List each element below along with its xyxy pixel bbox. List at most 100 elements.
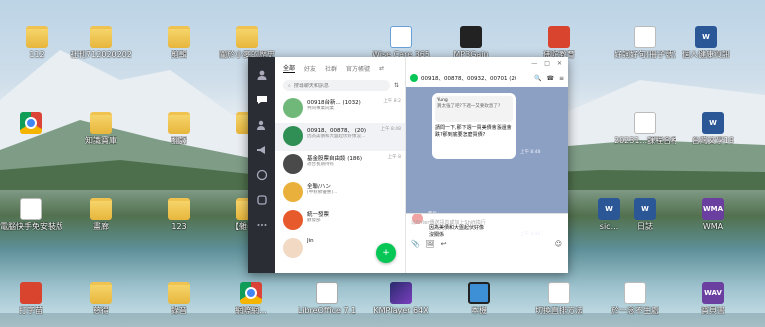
doc-icon bbox=[634, 26, 656, 48]
folder-icon bbox=[26, 26, 48, 48]
tab-official[interactable]: 官方帳號 bbox=[346, 64, 370, 73]
square-icon[interactable] bbox=[256, 194, 268, 206]
quoted-text: 買太強了吧?下週一又要砍息了? bbox=[437, 104, 501, 109]
chat-list-item[interactable]: 基金股票自由談 (186) 適合長期持有 上午 8 bbox=[275, 151, 405, 179]
desktop-icon[interactable]: 切換直排方法 bbox=[530, 282, 588, 315]
desktop-icon[interactable]: WAV 寶貝書 bbox=[684, 282, 742, 315]
chat-list-panel: 全部 好友 社群 官方帳號 ⇄ ⌕ ⇅ 00918台新... (1032)共同事… bbox=[275, 57, 406, 273]
desktop-icon[interactable]: W 個人健康資訊 bbox=[677, 26, 735, 59]
close-button[interactable]: ✕ bbox=[557, 60, 562, 67]
desktop-icon[interactable]: 社刊712020202 bbox=[70, 26, 132, 59]
message-pane: Yung 買太強了吧?下週一又要砍息了? 請問一下,那下週一買美債會漲還會跌?那… bbox=[406, 87, 568, 242]
folder-icon bbox=[168, 282, 190, 304]
attach-file-icon[interactable]: 📎 bbox=[411, 240, 420, 248]
desktop-icon[interactable]: W 日誌 bbox=[616, 198, 674, 231]
sort-icon[interactable]: ⇅ bbox=[394, 82, 399, 89]
desktop-icon-label: 畫廊 bbox=[93, 222, 109, 231]
chat-list-item[interactable]: 00918台新... (1032) 共同事業同業 上午 8:2 bbox=[275, 95, 405, 123]
desktop-icon[interactable] bbox=[2, 112, 60, 136]
window-controls: — □ ✕ bbox=[406, 57, 568, 69]
search-icon[interactable]: 🔍 bbox=[534, 75, 541, 82]
desktop-icon[interactable]: 關於小麥的歷史 bbox=[218, 26, 276, 59]
desktop-icon-label: 社刊712020202 bbox=[70, 50, 132, 59]
search-input[interactable] bbox=[293, 82, 374, 89]
desktop-icon[interactable]: MP3Gain bbox=[442, 26, 500, 59]
desktop-icon[interactable]: 畫廊 bbox=[72, 198, 130, 231]
desktop-icon-label: 網際網... bbox=[235, 306, 267, 315]
doc-icon bbox=[20, 198, 42, 220]
chrome-icon bbox=[240, 282, 262, 304]
chat-time: 上午 8 bbox=[387, 155, 401, 160]
desktop-icon[interactable]: 佛陀教育 bbox=[530, 26, 588, 59]
tab-friends[interactable]: 好友 bbox=[304, 64, 316, 73]
desktop-icon-label: 日誌 bbox=[637, 222, 653, 231]
image-icon[interactable]: 🖼 bbox=[426, 240, 435, 248]
desktop-icon-label: LibreOffice 7.1 bbox=[297, 306, 357, 315]
person-icon[interactable] bbox=[256, 69, 268, 81]
message-composer[interactable]: 以Enter傳送訊息或加上Shift換行 📎 🖼 ↩ ☺ bbox=[406, 213, 568, 251]
folder-icon bbox=[90, 198, 112, 220]
composer-placeholder: 以Enter傳送訊息或加上Shift換行 bbox=[411, 220, 486, 226]
screenshot-icon[interactable]: ↩ bbox=[441, 240, 447, 248]
desktop-icon[interactable]: KMPlayer 64X bbox=[372, 282, 430, 315]
avatar bbox=[283, 98, 303, 118]
folder-icon bbox=[90, 112, 112, 134]
desktop-icon[interactable]: 電腦快手免安裝版 bbox=[0, 198, 62, 231]
call-icon[interactable]: ☎ bbox=[546, 75, 553, 82]
search-row: ⌕ ⇅ bbox=[283, 80, 399, 91]
conversation-title: 00918、00878、00932、00701 (20) bbox=[421, 76, 516, 82]
chat-list-item[interactable]: 統一發票 數發部 bbox=[275, 207, 405, 235]
desktop-icon[interactable]: W 台灣文學19 bbox=[684, 112, 742, 145]
megaphone-icon[interactable] bbox=[256, 144, 268, 156]
message-bubble[interactable]: Yung 買太強了吧?下週一又要砍息了? 請問一下,那下週一買美債會漲還會跌?那… bbox=[432, 93, 516, 159]
maximize-button[interactable]: □ bbox=[544, 60, 550, 67]
desktop-icon[interactable]: 於一念不生處 bbox=[606, 282, 664, 315]
filter-toggle-icon[interactable]: ⇄ bbox=[379, 65, 384, 72]
desktop-icon[interactable]: 慈得 bbox=[72, 282, 130, 315]
minimize-button[interactable]: — bbox=[531, 60, 537, 67]
cal-icon bbox=[460, 26, 482, 48]
desktop-icon[interactable]: 112 bbox=[8, 26, 66, 59]
folder-icon bbox=[168, 198, 190, 220]
desktop-icon-label: 電腦快手免安裝版 bbox=[0, 222, 62, 231]
desktop-icon[interactable]: 網際網... bbox=[222, 282, 280, 315]
desktop-icon[interactable]: 好詞好句(冊子號) bbox=[614, 26, 676, 59]
desktop-icon-label: 寶貝書 bbox=[701, 306, 725, 315]
more-icon[interactable] bbox=[256, 219, 268, 231]
tab-all[interactable]: 全部 bbox=[283, 63, 296, 73]
desktop-icon[interactable]: 剪輯 bbox=[150, 26, 208, 59]
word-icon: W bbox=[634, 198, 656, 220]
avatar bbox=[283, 238, 303, 258]
chat-list-item[interactable]: 00918、00878、 (20) 因為美債和大盤起伏好像沒... 上午 8:48 bbox=[275, 123, 405, 151]
chat-time: 上午 8:48 bbox=[380, 127, 401, 132]
doc-icon bbox=[548, 282, 570, 304]
chat-list-text: 統一發票 數發部 bbox=[307, 210, 400, 230]
chat-bubble-icon[interactable] bbox=[256, 94, 268, 106]
tab-groups[interactable]: 社群 bbox=[325, 64, 337, 73]
desktop-icon[interactable]: 123 bbox=[150, 198, 208, 231]
desktop-icon[interactable]: 本機 bbox=[450, 282, 508, 315]
add-friend-icon[interactable] bbox=[256, 119, 268, 131]
desktop-icon[interactable]: LibreOffice 7.1 bbox=[298, 282, 356, 315]
desktop-icon[interactable]: 錄音 bbox=[150, 282, 208, 315]
new-chat-button[interactable]: + bbox=[376, 243, 396, 263]
folder-icon bbox=[168, 26, 190, 48]
desktop-icon-label: 本機 bbox=[471, 306, 487, 315]
emoji-icon[interactable]: ☺ bbox=[555, 240, 562, 248]
desktop-icon[interactable]: 打字苗 bbox=[2, 282, 60, 315]
desktop-icon[interactable]: Wise Care 365 bbox=[372, 26, 430, 59]
quoted-message[interactable]: Yung 買太強了吧?下週一又要砍息了? bbox=[435, 96, 513, 122]
desktop-icon-label: 翻譯 bbox=[171, 136, 187, 145]
desktop-icon[interactable]: WMA WMA bbox=[684, 198, 742, 231]
word-icon: W bbox=[695, 26, 717, 48]
chrome-icon bbox=[20, 112, 42, 134]
word-icon: W bbox=[702, 112, 724, 134]
timeline-icon[interactable] bbox=[256, 169, 268, 181]
chat-list-item[interactable]: 全聯/ハン [中秋節優惠]... bbox=[275, 179, 405, 207]
folder-icon bbox=[168, 112, 190, 134]
menu-icon[interactable]: ≡ bbox=[559, 75, 564, 82]
avatar bbox=[283, 154, 303, 174]
desktop-icon[interactable]: 翻譯 bbox=[150, 112, 208, 145]
desktop-icon[interactable]: 知識寶庫 bbox=[72, 112, 130, 145]
desktop-icon[interactable]: 20231...課程合格... bbox=[614, 112, 676, 145]
